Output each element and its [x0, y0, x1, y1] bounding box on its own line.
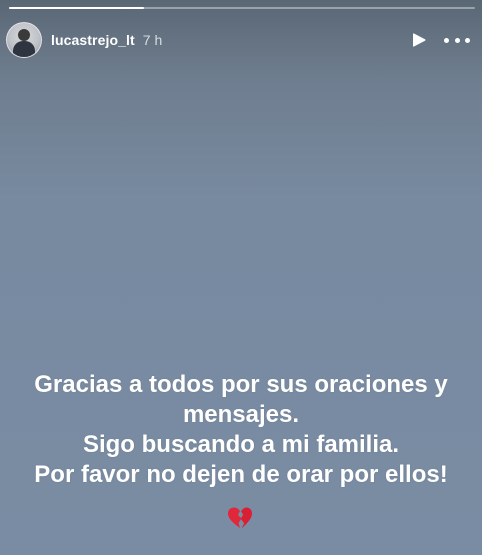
story-timestamp: 7 h — [142, 32, 163, 48]
caption-line: mensajes. — [182, 401, 300, 428]
play-icon — [413, 33, 426, 47]
more-options-button[interactable] — [444, 31, 470, 49]
avatar[interactable] — [6, 22, 42, 58]
more-dot-icon — [465, 37, 470, 43]
more-dot-icon — [444, 37, 449, 43]
avatar-head — [18, 29, 30, 41]
caption-line: Sigo buscando a mi familia. — [82, 431, 400, 458]
caption-line: Por favor no dejen de orar por ellos! — [34, 461, 448, 488]
story-viewer[interactable]: lucastrejo_lt 7 h Gracias a todos por su… — [0, 0, 482, 555]
story-progress-bar — [9, 7, 475, 9]
play-button[interactable] — [410, 31, 428, 49]
avatar-body — [13, 41, 35, 57]
more-dot-icon — [454, 37, 460, 43]
story-caption: Gracias a todos por sus oraciones y mens… — [0, 370, 482, 490]
story-header: lucastrejo_lt 7 h — [6, 22, 470, 58]
broken-heart-icon — [228, 507, 252, 529]
username-link[interactable]: lucastrejo_lt — [51, 32, 135, 48]
caption-line: Gracias a todos por sus oraciones y — [34, 371, 448, 398]
story-progress-fill — [9, 7, 145, 9]
